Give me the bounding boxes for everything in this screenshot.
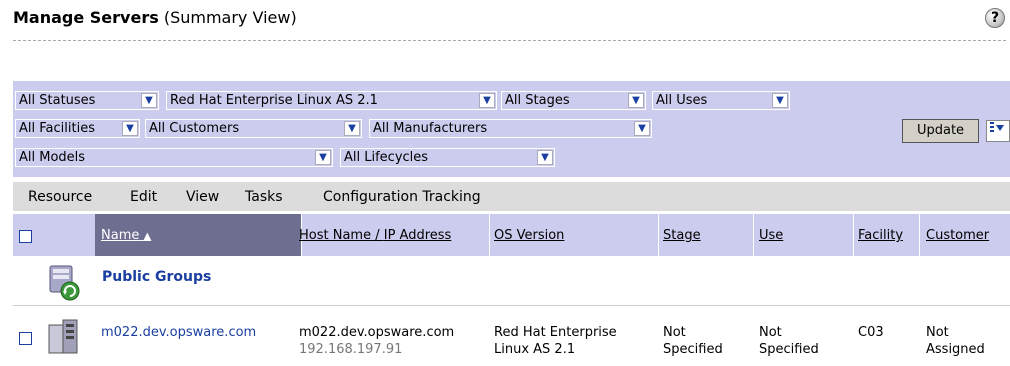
action-menubar: Resource Edit View Tasks Configuration T… — [13, 182, 1010, 211]
status-filter-select[interactable]: All Statuses ▼ — [15, 91, 159, 110]
os-column-header[interactable]: OS Version — [494, 228, 564, 243]
server-customer-line1: Not — [926, 325, 949, 340]
manufacturer-filter-select[interactable]: All Manufacturers ▼ — [369, 119, 652, 138]
row-select-checkbox[interactable] — [19, 332, 32, 345]
server-customer-line2: Assigned — [926, 342, 985, 357]
server-os-line1: Red Hat Enterprise — [494, 325, 617, 340]
column-divider — [753, 214, 754, 256]
menu-configuration-tracking[interactable]: Configuration Tracking — [323, 189, 481, 205]
table-header: Name ▲ Host Name / IP Address OS Version… — [13, 214, 1010, 256]
dropdown-arrow-icon: ▼ — [479, 93, 495, 108]
customer-column-header[interactable]: Customer — [926, 228, 989, 243]
model-filter-value: All Models — [19, 150, 86, 165]
lifecycle-filter-select[interactable]: All Lifecycles ▼ — [340, 148, 555, 167]
server-group-icon — [46, 264, 82, 304]
facility-filter-value: All Facilities — [19, 121, 95, 136]
help-icon[interactable]: ? — [985, 8, 1005, 28]
menu-edit[interactable]: Edit — [130, 189, 157, 205]
column-chooser-glyph — [990, 122, 1004, 132]
os-filter-value: Red Hat Enterprise Linux AS 2.1 — [170, 93, 378, 108]
header-slash: / — [371, 228, 384, 243]
stage-filter-select[interactable]: All Stages ▼ — [501, 91, 646, 110]
stage-column-header[interactable]: Stage — [663, 228, 701, 243]
host-column-header: Host Name / IP Address — [299, 228, 451, 243]
customer-filter-value: All Customers — [149, 121, 240, 136]
server-os-line2: Linux AS 2.1 — [494, 342, 576, 357]
manufacturer-filter-value: All Manufacturers — [373, 121, 488, 136]
dropdown-arrow-icon: ▼ — [772, 93, 788, 108]
server-use-line1: Not — [759, 325, 782, 340]
server-stage-line2: Specified — [663, 342, 723, 357]
column-divider — [919, 214, 920, 256]
dropdown-arrow-icon: ▼ — [141, 93, 157, 108]
dropdown-arrow-icon: ▼ — [628, 93, 644, 108]
menu-resource[interactable]: Resource — [28, 189, 92, 205]
facility-filter-select[interactable]: All Facilities ▼ — [15, 119, 140, 138]
column-divider — [658, 214, 659, 256]
public-groups-link[interactable]: Public Groups — [102, 269, 211, 285]
menu-view[interactable]: View — [186, 189, 219, 205]
server-use-line2: Specified — [759, 342, 819, 357]
name-column-header[interactable]: Name ▲ — [101, 228, 151, 243]
server-host-name: m022.dev.opsware.com — [299, 325, 455, 340]
menu-tasks[interactable]: Tasks — [245, 189, 283, 205]
stage-filter-value: All Stages — [505, 93, 570, 108]
dropdown-arrow-icon: ▼ — [537, 150, 553, 165]
use-column-header[interactable]: Use — [759, 228, 783, 243]
host-name-sort-link[interactable]: Host Name — [299, 228, 371, 243]
dropdown-arrow-icon: ▼ — [315, 150, 331, 165]
page-title: Manage Servers (Summary View) — [13, 8, 297, 27]
ip-address-sort-link[interactable]: IP Address — [384, 228, 452, 243]
use-filter-value: All Uses — [656, 93, 708, 108]
dropdown-arrow-icon: ▼ — [634, 121, 650, 136]
update-button[interactable]: Update — [902, 119, 979, 143]
title-divider — [13, 40, 1006, 41]
server-ip-address: 192.168.197.91 — [299, 342, 403, 357]
sort-ascending-icon: ▲ — [143, 231, 152, 242]
dropdown-arrow-icon: ▼ — [122, 121, 138, 136]
server-icon — [46, 317, 82, 357]
lifecycle-filter-value: All Lifecycles — [344, 150, 429, 165]
server-stage-line1: Not — [663, 325, 686, 340]
column-divider — [853, 214, 854, 256]
column-divider — [489, 214, 490, 256]
status-filter-value: All Statuses — [19, 93, 96, 108]
row-divider — [13, 305, 1010, 306]
server-name-link[interactable]: m022.dev.opsware.com — [101, 324, 256, 341]
column-chooser-icon[interactable] — [986, 120, 1010, 142]
model-filter-select[interactable]: All Models ▼ — [15, 148, 333, 167]
select-all-checkbox[interactable] — [19, 230, 32, 243]
name-header-label: Name — [101, 228, 140, 243]
page-title-main: Manage Servers — [13, 8, 159, 27]
os-filter-select[interactable]: Red Hat Enterprise Linux AS 2.1 ▼ — [166, 91, 497, 110]
server-facility: C03 — [858, 325, 884, 340]
dropdown-arrow-icon: ▼ — [344, 121, 360, 136]
facility-column-header[interactable]: Facility — [858, 228, 903, 243]
use-filter-select[interactable]: All Uses ▼ — [652, 91, 790, 110]
page-title-view: (Summary View) — [158, 8, 297, 27]
customer-filter-select[interactable]: All Customers ▼ — [145, 119, 362, 138]
